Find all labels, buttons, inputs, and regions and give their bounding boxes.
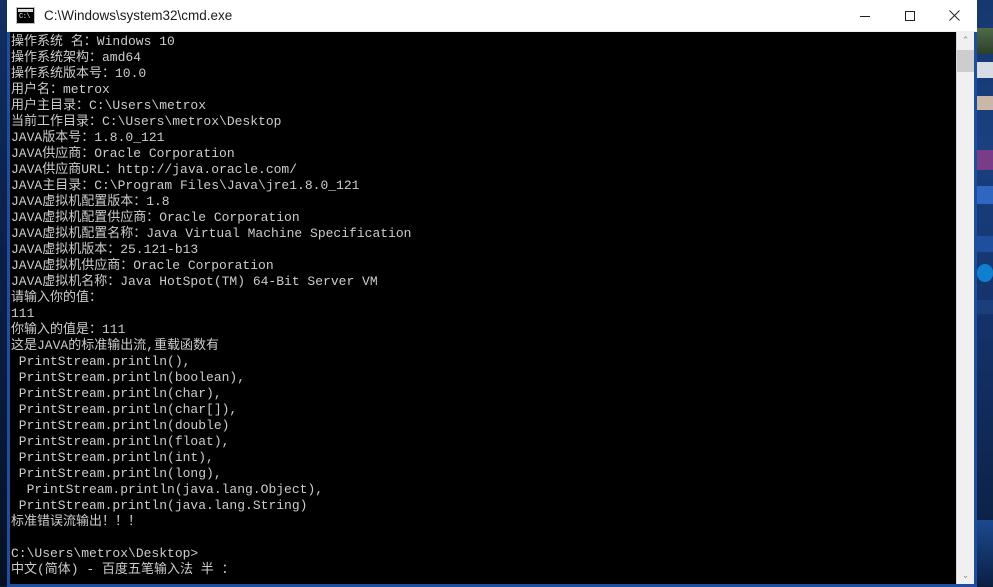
console-line: JAVA供应商：Oracle Corporation <box>11 146 235 161</box>
window-controls <box>842 0 977 31</box>
console-line: PrintStream.println(char[]), <box>11 402 238 417</box>
desktop-artifact <box>977 28 993 54</box>
console-line: 当前工作目录：C:\Users\metrox\Desktop <box>11 114 282 129</box>
desktop-artifact <box>977 264 993 282</box>
console-line: PrintStream.println(java.lang.Object), <box>11 482 324 497</box>
console-line: 这是JAVA的标准输出流,重载函数有 <box>11 338 220 353</box>
console-line: 中文(简体) - 百度五笔输入法 半 ： <box>11 562 235 577</box>
console-line: 操作系统版本号：10.0 <box>11 66 147 81</box>
scrollbar-thumb[interactable] <box>957 50 974 72</box>
console-line: JAVA虚拟机配置名称：Java Virtual Machine Specifi… <box>11 226 412 241</box>
console-frame: 操作系统 名：Windows 10 操作系统架构：amd64 操作系统版本号：10.… <box>7 32 977 587</box>
console-scrollbar[interactable]: ⌃ ⌄ <box>956 32 974 584</box>
scroll-down-icon[interactable]: ⌄ <box>957 567 974 584</box>
console-line: JAVA虚拟机配置供应商：Oracle Corporation <box>11 210 300 225</box>
console-line: PrintStream.println(float), <box>11 434 230 449</box>
console-line: JAVA虚拟机配置版本：1.8 <box>11 194 170 209</box>
console-line: C:\Users\metrox\Desktop> <box>11 546 199 561</box>
cmd-icon: C:\ <box>16 7 35 24</box>
maximize-button[interactable] <box>887 0 932 31</box>
desktop-artifact <box>977 300 993 314</box>
console-line: JAVA主目录：C:\Program Files\Java\jre1.8.0_1… <box>11 178 360 193</box>
console-output-area[interactable]: 操作系统 名：Windows 10 操作系统架构：amd64 操作系统版本号：10.… <box>10 32 956 584</box>
console-line: 标准错误流输出！！！ <box>11 514 142 529</box>
console-line: JAVA虚拟机名称：Java HotSpot(TM) 64-Bit Server… <box>11 274 378 289</box>
console-line: 用户名：metrox <box>11 82 110 97</box>
console-line: 操作系统架构：amd64 <box>11 50 142 65</box>
desktop-artifact <box>977 62 993 78</box>
desktop-artifact <box>977 186 993 204</box>
screen: C:\ C:\Windows\system32\cmd.exe 操作系统 名：W… <box>0 0 993 587</box>
cmd-window: C:\ C:\Windows\system32\cmd.exe 操作系统 名：W… <box>7 0 977 587</box>
desktop-artifact <box>977 150 993 170</box>
desktop-artifact <box>977 520 993 586</box>
console-line: JAVA虚拟机供应商：Oracle Corporation <box>11 258 274 273</box>
window-titlebar[interactable]: C:\ C:\Windows\system32\cmd.exe <box>7 0 977 32</box>
scroll-up-icon[interactable]: ⌃ <box>957 32 974 49</box>
console-line: 111 <box>11 306 35 321</box>
console-line: 用户主目录：C:\Users\metrox <box>11 98 207 113</box>
desktop-artifact <box>977 236 993 252</box>
desktop-left-strip <box>0 0 7 586</box>
console-line: PrintStream.println(java.lang.String) <box>11 498 308 513</box>
console-text: 操作系统 名：Windows 10 操作系统架构：amd64 操作系统版本号：10.… <box>11 34 956 578</box>
console-line: JAVA版本号：1.8.0_121 <box>11 130 165 145</box>
console-line: PrintStream.println(long), <box>11 466 222 481</box>
cmd-icon-titlebar-stripe <box>18 9 33 12</box>
console-line: 你输入的值是：111 <box>11 322 126 337</box>
close-button[interactable] <box>932 0 977 31</box>
console-line: 请输入你的值： <box>11 290 103 305</box>
window-title: C:\Windows\system32\cmd.exe <box>44 8 233 23</box>
console-line: PrintStream.println(double) <box>11 418 230 433</box>
console-line: PrintStream.println(), <box>11 354 191 369</box>
console-line: PrintStream.println(int), <box>11 450 214 465</box>
minimize-button[interactable] <box>842 0 887 31</box>
console-line: PrintStream.println(boolean), <box>11 370 246 385</box>
console-line: PrintStream.println(char), <box>11 386 222 401</box>
desktop-artifact <box>977 96 993 110</box>
console-line: JAVA虚拟机版本：25.121-b13 <box>11 242 199 257</box>
cmd-icon-prompt-glyph: C:\ <box>19 13 31 21</box>
console-line: 操作系统 名：Windows 10 <box>11 34 175 49</box>
console-line: JAVA供应商URL：http://java.oracle.com/ <box>11 162 298 177</box>
desktop-right-strip <box>977 0 993 586</box>
